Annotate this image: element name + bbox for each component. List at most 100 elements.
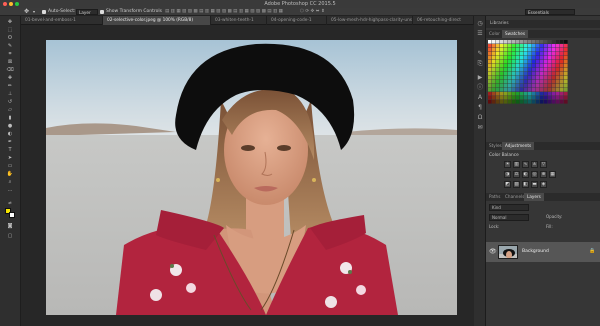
tab-paths[interactable]: Paths: [486, 193, 503, 201]
layer-filter-kind[interactable]: Kind: [489, 204, 529, 211]
swatch[interactable]: [548, 44, 552, 48]
swatch[interactable]: [548, 68, 552, 72]
swatch[interactable]: [552, 60, 556, 64]
channel-mixer-icon[interactable]: ⊕: [540, 171, 547, 178]
swatch[interactable]: [564, 40, 568, 44]
swatch[interactable]: [552, 96, 556, 100]
align-buttons[interactable]: ▤ ▥ ▦ ▧ ▨ ▩ ▤ ▥ ▦ ▧ ▨ ▩ ▤ ▥ ▦ ▧ ▨ ▩ ▤ ▥ …: [165, 8, 283, 16]
swatch[interactable]: [544, 76, 548, 80]
swatch[interactable]: [500, 100, 504, 104]
frame-tool-icon[interactable]: ⊠: [6, 60, 14, 65]
swatch[interactable]: [500, 40, 504, 44]
tab-document-active[interactable]: 02-selective-color.jpeg @ 100% (RGB/8): [103, 16, 211, 25]
invert-icon[interactable]: ◩: [504, 181, 511, 188]
swatch[interactable]: [532, 44, 536, 48]
swatch[interactable]: [564, 84, 568, 88]
swatch[interactable]: [536, 92, 540, 96]
swatch[interactable]: [556, 48, 560, 52]
swatch[interactable]: [512, 68, 516, 72]
eyedropper-tool-icon[interactable]: ⌫: [6, 68, 14, 73]
swatch[interactable]: [520, 92, 524, 96]
swatch[interactable]: [536, 76, 540, 80]
swatch[interactable]: [496, 44, 500, 48]
swatch[interactable]: [520, 76, 524, 80]
swatch[interactable]: [532, 40, 536, 44]
layer-row-background[interactable]: 👁 Background 🔒: [486, 242, 600, 262]
swatch[interactable]: [508, 96, 512, 100]
swatch[interactable]: [504, 56, 508, 60]
swatch[interactable]: [512, 84, 516, 88]
swatch[interactable]: [556, 76, 560, 80]
swatch[interactable]: [560, 48, 564, 52]
swatch[interactable]: [560, 84, 564, 88]
swatch[interactable]: [536, 88, 540, 92]
swatch[interactable]: [512, 44, 516, 48]
swatch[interactable]: [512, 100, 516, 104]
swatch[interactable]: [556, 68, 560, 72]
swatch[interactable]: [528, 72, 532, 76]
swatch[interactable]: [520, 100, 524, 104]
swatch[interactable]: [504, 72, 508, 76]
color-lookup-icon[interactable]: ▦: [549, 171, 556, 178]
swatch[interactable]: [556, 96, 560, 100]
swatch[interactable]: [516, 72, 520, 76]
tab-layers[interactable]: Layers: [524, 193, 544, 201]
swatch[interactable]: [516, 64, 520, 68]
swatch[interactable]: [536, 72, 540, 76]
swatch[interactable]: [516, 48, 520, 52]
swatch[interactable]: [540, 92, 544, 96]
swatch[interactable]: [488, 84, 492, 88]
swatch[interactable]: [544, 40, 548, 44]
info-icon[interactable]: ⓘ: [476, 84, 484, 92]
swatch[interactable]: [508, 60, 512, 64]
swatch[interactable]: [540, 76, 544, 80]
swatch[interactable]: [528, 56, 532, 60]
layer-name[interactable]: Background: [522, 249, 549, 254]
swatch[interactable]: [524, 80, 528, 84]
swatch[interactable]: [500, 80, 504, 84]
hand-tool-icon[interactable]: ✋: [6, 172, 14, 177]
swatch[interactable]: [488, 76, 492, 80]
swatch[interactable]: [552, 84, 556, 88]
swatch[interactable]: [544, 80, 548, 84]
swatch[interactable]: [492, 88, 496, 92]
swatch[interactable]: [544, 96, 548, 100]
posterize-icon[interactable]: ▨: [513, 181, 520, 188]
swatch[interactable]: [496, 84, 500, 88]
swatch[interactable]: [560, 56, 564, 60]
swatch[interactable]: [508, 72, 512, 76]
swatch[interactable]: [504, 60, 508, 64]
auto-select-dropdown[interactable]: Layer: [76, 9, 98, 15]
swatch[interactable]: [544, 92, 548, 96]
history-brush-tool-icon[interactable]: ↺: [6, 100, 14, 105]
swatch[interactable]: [564, 64, 568, 68]
swatch[interactable]: [492, 48, 496, 52]
workspace-switcher[interactable]: Essentials: [525, 9, 575, 15]
swatch[interactable]: [488, 100, 492, 104]
swatch[interactable]: [540, 52, 544, 56]
swatch[interactable]: [548, 64, 552, 68]
swatch[interactable]: [536, 96, 540, 100]
swatch[interactable]: [512, 80, 516, 84]
swatch[interactable]: [528, 92, 532, 96]
swatch[interactable]: [532, 88, 536, 92]
swatch[interactable]: [544, 64, 548, 68]
swatch[interactable]: [488, 52, 492, 56]
swatch[interactable]: [512, 92, 516, 96]
swatch[interactable]: [544, 100, 548, 104]
swatch[interactable]: [560, 60, 564, 64]
swatch[interactable]: [500, 88, 504, 92]
swatch[interactable]: [504, 76, 508, 80]
swatch[interactable]: [508, 52, 512, 56]
selective-color-icon[interactable]: ◈: [540, 181, 547, 188]
swatch[interactable]: [564, 100, 568, 104]
swatch[interactable]: [492, 100, 496, 104]
swatch[interactable]: [504, 80, 508, 84]
swatch[interactable]: [492, 92, 496, 96]
swatch[interactable]: [548, 48, 552, 52]
swatch[interactable]: [508, 76, 512, 80]
swatch[interactable]: [524, 76, 528, 80]
swatch[interactable]: [488, 48, 492, 52]
hue-saturation-icon[interactable]: ◑: [504, 171, 511, 178]
swatch[interactable]: [524, 92, 528, 96]
